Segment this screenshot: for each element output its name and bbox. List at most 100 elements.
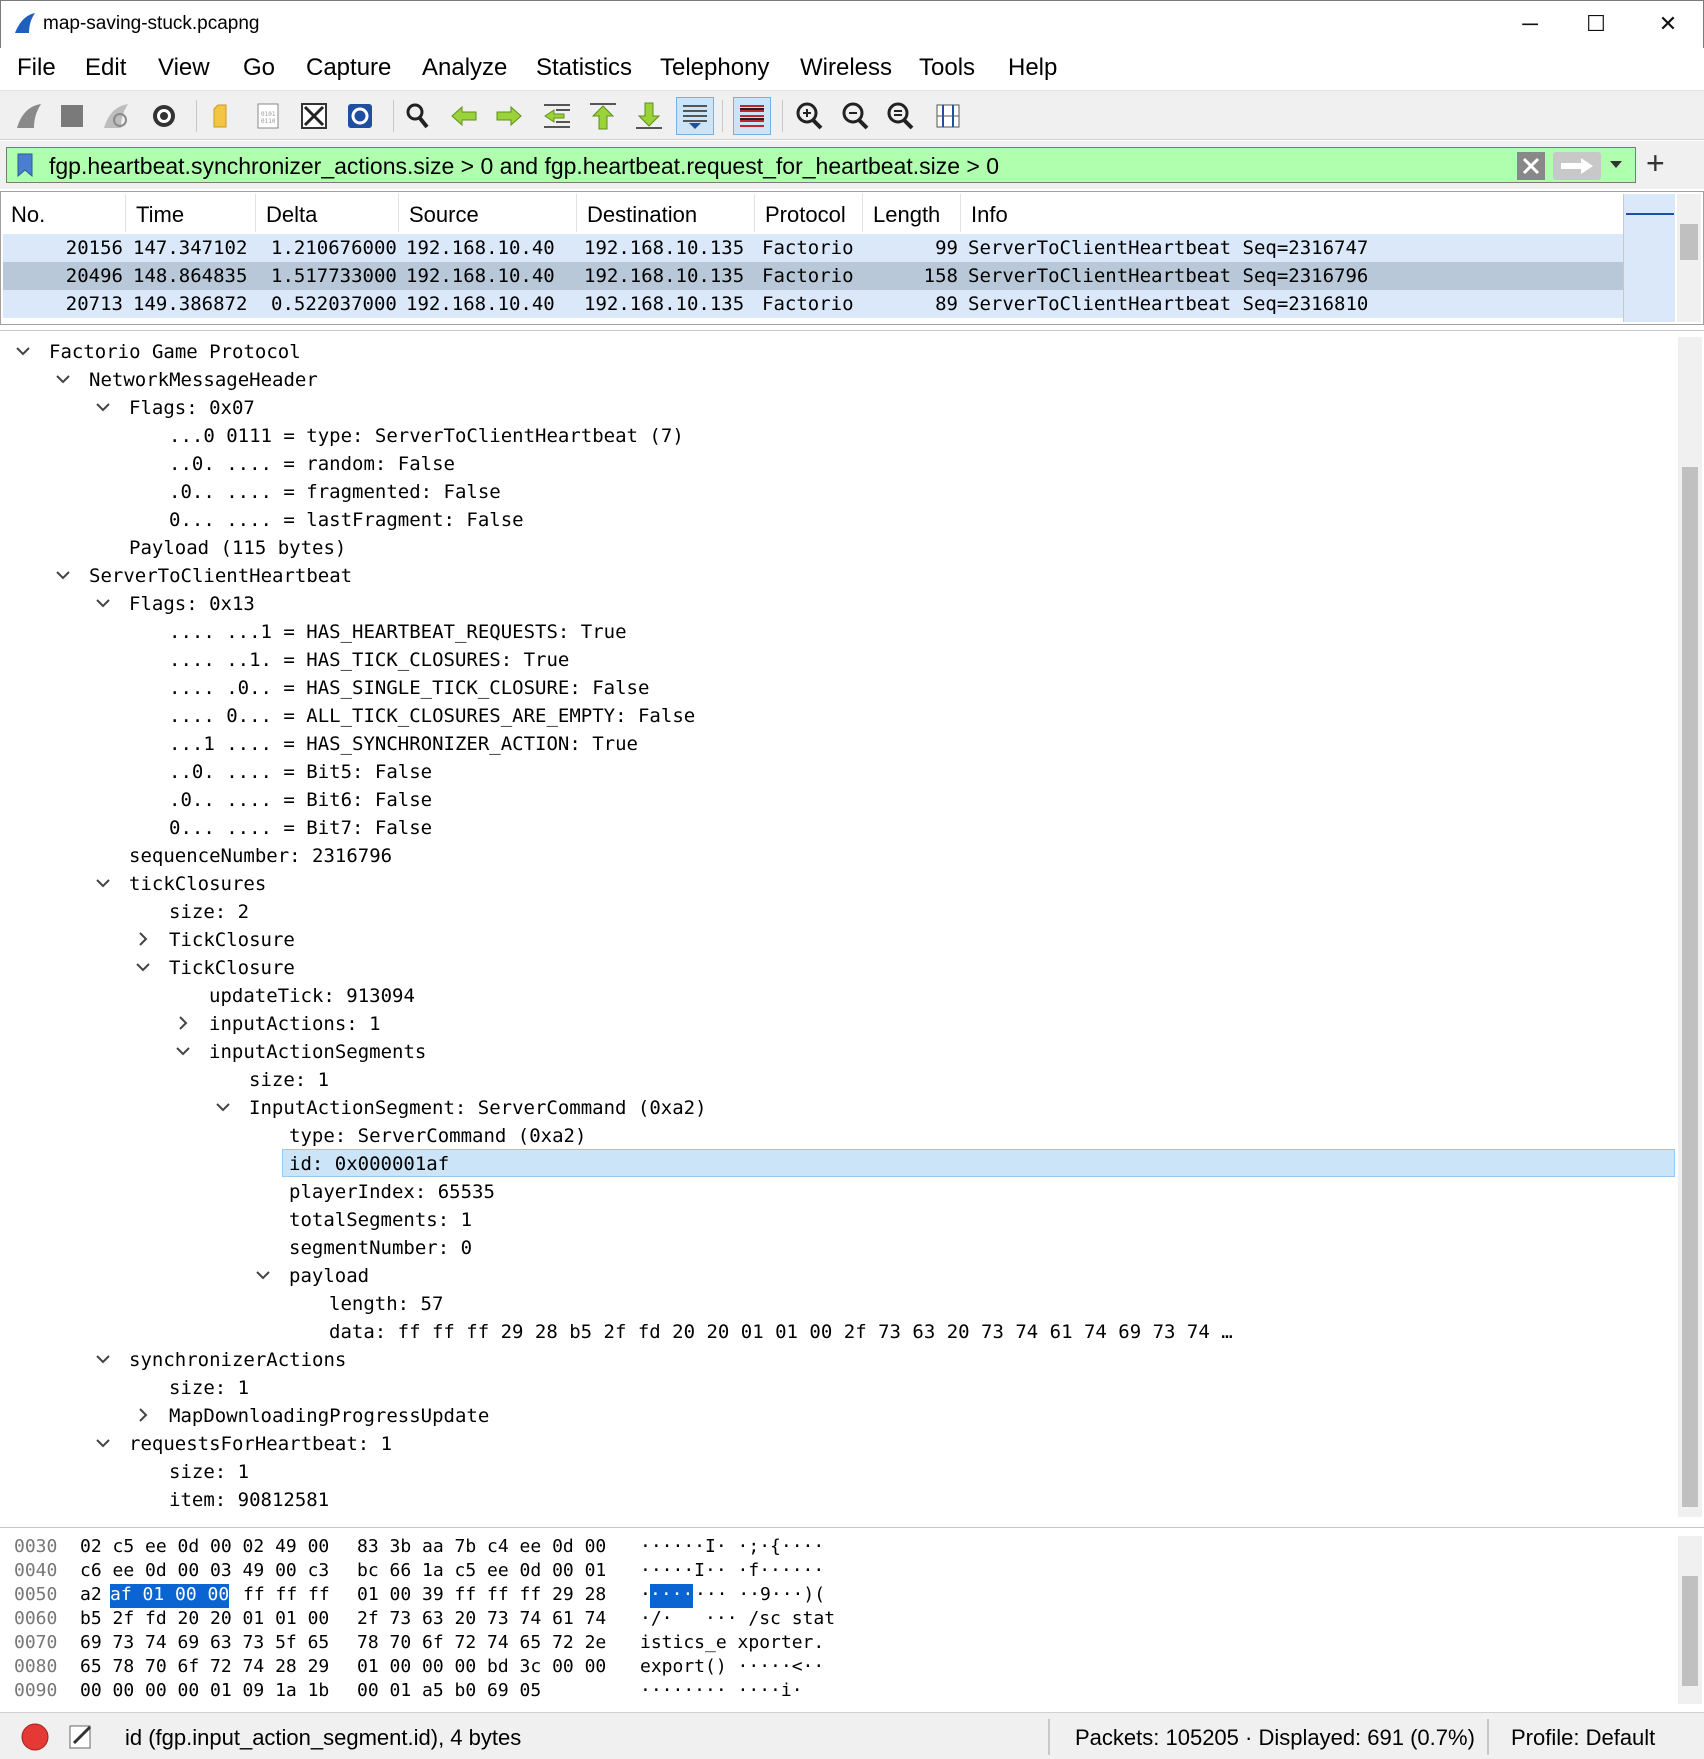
column-header-delta[interactable]: Delta [256, 194, 399, 232]
tree-item[interactable]: .... 0... = ALL_TICK_CLOSURES_ARE_EMPTY:… [169, 705, 695, 733]
hex-bytes-group[interactable]: 00 01 a5 b0 69 05 [357, 1680, 541, 1704]
go-back-icon[interactable] [445, 97, 483, 135]
tree-item[interactable]: inputActionSegments [209, 1041, 426, 1069]
tree-item[interactable]: ..0. .... = random: False [169, 453, 455, 481]
chevron-down-icon[interactable] [255, 1267, 271, 1283]
capture-options-icon[interactable] [145, 97, 183, 135]
tree-item[interactable]: size: 2 [169, 901, 249, 929]
tree-item[interactable]: Payload (115 bytes) [129, 537, 346, 565]
chevron-down-icon[interactable] [175, 1043, 191, 1059]
tree-item[interactable]: totalSegments: 1 [289, 1209, 472, 1237]
menu-wireless[interactable]: Wireless [800, 54, 892, 82]
tree-item[interactable]: length: 57 [329, 1293, 443, 1321]
packet-row[interactable]: 20156 147.347102 1.210676000 192.168.10.… [3, 234, 1623, 262]
column-header-length[interactable]: Length [863, 194, 961, 232]
hex-bytes-group[interactable]: 01 00 00 00 bd 3c 00 00 [357, 1656, 606, 1680]
chevron-down-icon[interactable] [15, 343, 31, 359]
tree-item[interactable]: TickClosure [169, 957, 295, 985]
ascii-dump[interactable]: ······I· ·;·{···· [640, 1536, 824, 1560]
chevron-right-icon[interactable] [135, 931, 151, 947]
minimize-button[interactable]: ─ [1497, 1, 1563, 47]
bookmark-icon[interactable] [13, 152, 37, 178]
hex-bytes-group[interactable]: 78 70 6f 72 74 65 72 2e [357, 1632, 606, 1656]
hex-bytes-group[interactable]: 69 73 74 69 63 73 5f 65 [80, 1632, 329, 1656]
tree-item[interactable]: .0.. .... = Bit6: False [169, 789, 432, 817]
hex-offset[interactable]: 0090 [14, 1680, 57, 1704]
status-profile[interactable]: Profile: Default [1511, 1725, 1655, 1751]
menu-go[interactable]: Go [243, 54, 275, 82]
hex-bytes-group[interactable]: a2 [80, 1584, 102, 1608]
column-header-protocol[interactable]: Protocol [755, 194, 863, 232]
hex-offset[interactable]: 0050 [14, 1584, 57, 1608]
tree-item[interactable]: TickClosure [169, 929, 295, 957]
menu-analyze[interactable]: Analyze [422, 54, 507, 82]
go-to-packet-icon[interactable] [538, 97, 576, 135]
tree-item[interactable]: size: 1 [249, 1069, 329, 1097]
chevron-down-icon[interactable] [95, 1435, 111, 1451]
hex-offset[interactable]: 0060 [14, 1608, 57, 1632]
menu-telephony[interactable]: Telephony [660, 54, 769, 82]
chevron-down-icon[interactable] [95, 1351, 111, 1367]
clear-filter-button[interactable] [1517, 152, 1545, 180]
hex-offset[interactable]: 0030 [14, 1536, 57, 1560]
ascii-dump[interactable]: ·/· ··· /sc stat [640, 1608, 835, 1632]
first-packet-icon[interactable] [584, 97, 622, 135]
tree-item[interactable]: .... .0.. = HAS_SINGLE_TICK_CLOSURE: Fal… [169, 677, 649, 705]
ascii-dump[interactable]: istics_e xporter. [640, 1632, 824, 1656]
tree-item[interactable]: Flags: 0x13 [129, 593, 255, 621]
display-filter-input[interactable]: fgp.heartbeat.synchronizer_actions.size … [6, 147, 1636, 183]
hex-bytes-group[interactable]: 65 78 70 6f 72 74 28 29 [80, 1656, 329, 1680]
resize-columns-icon[interactable] [929, 97, 967, 135]
stop-capture-icon[interactable] [53, 97, 91, 135]
hex-bytes-group[interactable]: c6 ee 0d 00 03 49 00 c3 [80, 1560, 329, 1584]
column-header-no[interactable]: No. [1, 194, 126, 232]
tree-item[interactable]: requestsForHeartbeat: 1 [129, 1433, 392, 1461]
tree-item[interactable]: 0... .... = Bit7: False [169, 817, 432, 845]
apply-filter-button[interactable] [1553, 152, 1601, 180]
menu-file[interactable]: File [17, 54, 56, 82]
colorize-icon[interactable] [733, 97, 771, 135]
tree-item[interactable]: sequenceNumber: 2316796 [129, 845, 392, 873]
tree-item[interactable]: size: 1 [169, 1461, 249, 1489]
chevron-down-icon[interactable] [55, 371, 71, 387]
chevron-down-icon[interactable] [55, 567, 71, 583]
tree-item[interactable]: size: 1 [169, 1377, 249, 1405]
ascii-dump-selected[interactable]: ···· [650, 1584, 694, 1608]
tree-item[interactable]: playerIndex: 65535 [289, 1181, 495, 1209]
menu-statistics[interactable]: Statistics [536, 54, 632, 82]
tree-item[interactable]: payload [289, 1265, 369, 1293]
chevron-down-icon[interactable] [95, 399, 111, 415]
tree-item[interactable]: segmentNumber: 0 [289, 1237, 472, 1265]
hex-bytes-group[interactable]: 00 00 00 00 01 09 1a 1b [80, 1680, 329, 1704]
hex-offset[interactable]: 0070 [14, 1632, 57, 1656]
tree-item[interactable]: data: ff ff ff 29 28 b5 2f fd 20 20 01 0… [329, 1321, 1233, 1349]
hex-bytes-group[interactable]: ff ff ff [243, 1584, 330, 1608]
hex-bytes-group[interactable]: 83 3b aa 7b c4 ee 0d 00 [357, 1536, 606, 1560]
tree-item[interactable]: .... ...1 = HAS_HEARTBEAT_REQUESTS: True [169, 621, 627, 649]
tree-item[interactable]: MapDownloadingProgressUpdate [169, 1405, 489, 1433]
chevron-down-icon[interactable] [95, 595, 111, 611]
menu-help[interactable]: Help [1008, 54, 1057, 82]
tree-item[interactable]: ..0. .... = Bit5: False [169, 761, 432, 789]
menu-edit[interactable]: Edit [85, 54, 126, 82]
add-filter-button[interactable]: + [1646, 145, 1665, 182]
chevron-down-icon[interactable] [215, 1099, 231, 1115]
column-header-info[interactable]: Info [961, 194, 1621, 232]
hex-offset[interactable]: 0080 [14, 1656, 57, 1680]
zoom-normal-icon[interactable] [881, 97, 919, 135]
ascii-dump[interactable]: ··· ··9···)( [695, 1584, 825, 1608]
menu-view[interactable]: View [158, 54, 210, 82]
open-file-icon[interactable] [202, 97, 240, 135]
chevron-down-icon[interactable] [95, 875, 111, 891]
hex-bytes-group[interactable]: b5 2f fd 20 20 01 01 00 [80, 1608, 329, 1632]
tree-item[interactable]: Flags: 0x07 [129, 397, 255, 425]
column-header-destination[interactable]: Destination [577, 194, 755, 232]
capture-status-icon[interactable] [20, 1722, 50, 1752]
bytes-scrollbar[interactable] [1678, 1536, 1702, 1704]
tree-item-selected[interactable]: id: 0x000001af [289, 1153, 449, 1181]
maximize-button[interactable]: ☐ [1563, 1, 1629, 47]
tree-item[interactable]: InputActionSegment: ServerCommand (0xa2) [249, 1097, 707, 1125]
menu-tools[interactable]: Tools [919, 54, 975, 82]
tree-item[interactable]: .... ..1. = HAS_TICK_CLOSURES: True [169, 649, 569, 677]
chevron-down-icon[interactable] [1607, 158, 1625, 172]
